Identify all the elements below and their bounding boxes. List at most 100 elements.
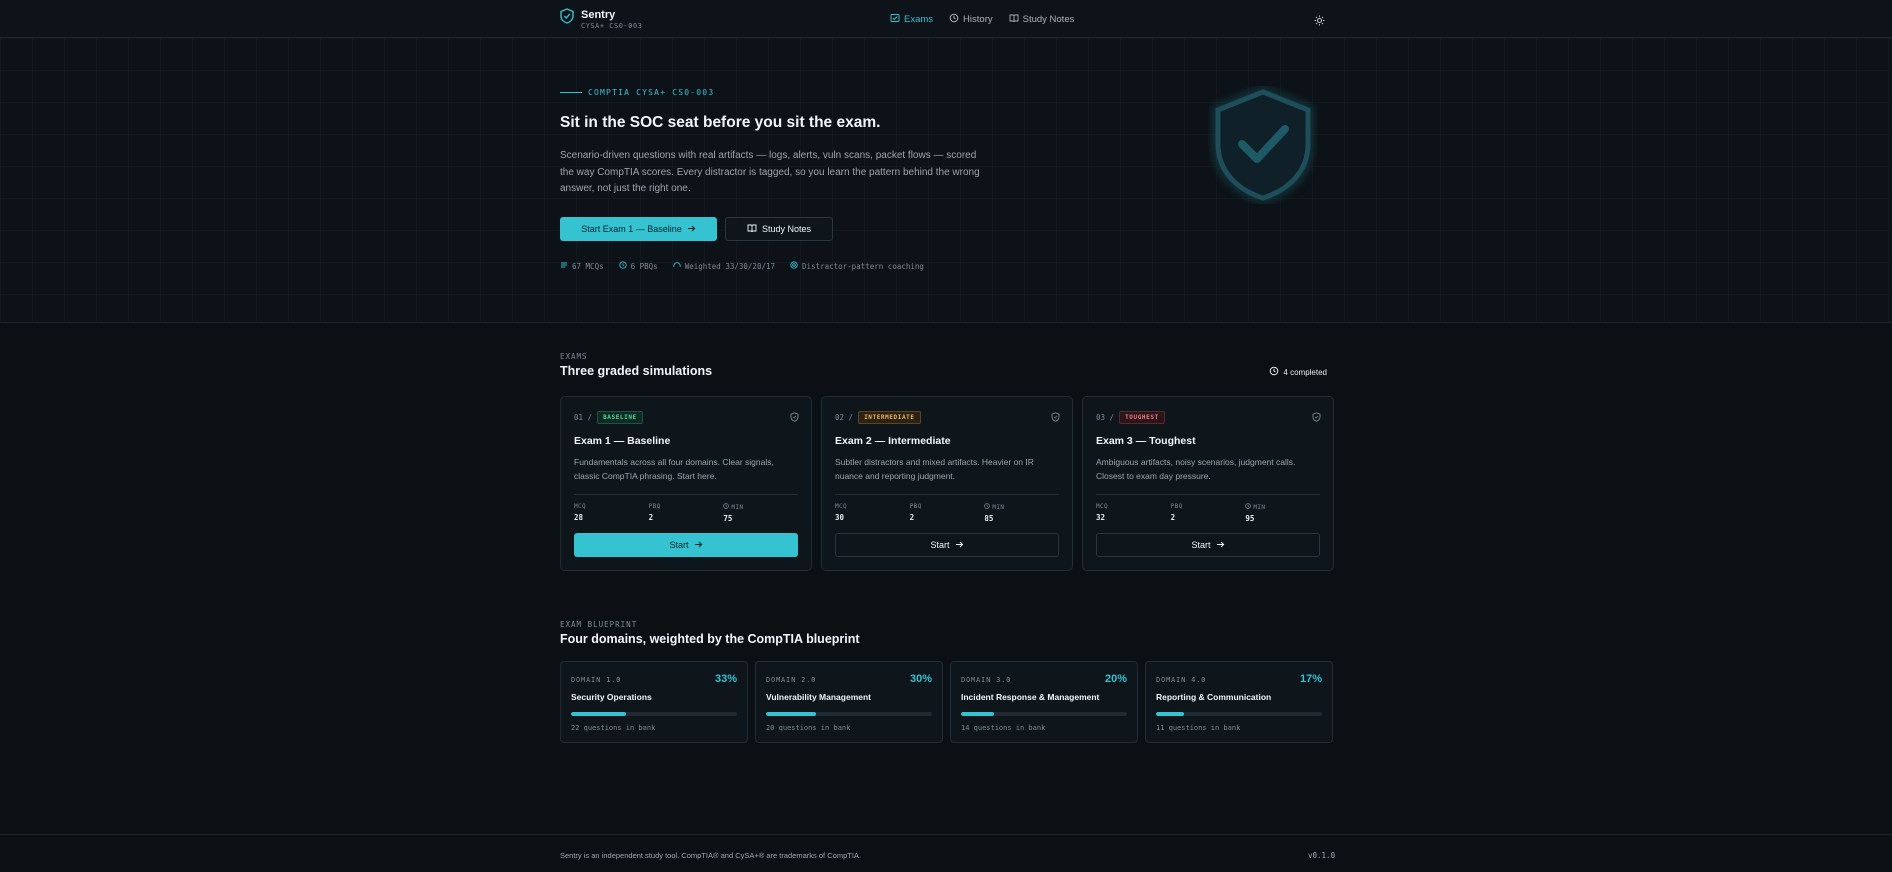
hero-title: Sit in the SOC seat before you sit the e…	[560, 114, 881, 131]
domain-label: DOMAIN 3.0	[961, 676, 1012, 684]
completed-count: 4 completed	[1283, 367, 1327, 377]
pbq-value: 2	[1170, 513, 1176, 522]
history-icon	[949, 13, 959, 26]
footer-note: Sentry is an independent study tool. Com…	[560, 851, 861, 860]
minutes-label: MIN	[1245, 503, 1320, 511]
stat-coaching-label: Distractor-pattern coaching	[802, 261, 924, 271]
nav-exams[interactable]: Exams	[890, 13, 933, 26]
exam-card-2: 02 / INTERMEDIATE Exam 2 — Intermediate …	[821, 396, 1073, 571]
completed-history-link[interactable]: 4 completed	[1269, 366, 1327, 378]
card-number: 01 /	[574, 413, 593, 422]
pbq-label: PBQ	[648, 503, 661, 510]
arrow-right-icon	[1216, 540, 1225, 551]
card-description: Fundamentals across all four domains. Cl…	[574, 457, 774, 481]
domain-progress-bar	[571, 712, 737, 716]
domain-percent: 33%	[714, 673, 737, 685]
minutes-label-text: MIN	[1253, 503, 1266, 511]
hero-eyebrow: COMPTIA CYSA+ CS0-003	[560, 88, 714, 97]
hero-eyebrow-text: COMPTIA CYSA+ CS0-003	[588, 88, 715, 97]
start-exam-2-card-button[interactable]: Start	[835, 533, 1059, 557]
blueprint-eyebrow: EXAM BLUEPRINT	[560, 620, 638, 629]
shield-icon	[790, 409, 799, 427]
exams-title: Three graded simulations	[560, 364, 713, 378]
nav-history-label: History	[963, 14, 993, 25]
domain-progress-bar	[1156, 712, 1322, 716]
domain-label: DOMAIN 4.0	[1156, 676, 1207, 684]
divider	[574, 494, 798, 495]
footer: Sentry is an independent study tool. Com…	[0, 834, 1892, 872]
arrow-right-icon	[687, 224, 696, 235]
hero-shield-icon	[1208, 86, 1318, 204]
exams-section: EXAMS Three graded simulations 4 complet…	[560, 352, 1335, 582]
pbq-stat: PBQ 2	[649, 503, 724, 523]
domain-progress-bar	[766, 712, 932, 716]
pbq-label: PBQ	[909, 503, 922, 510]
exam-card-1: 01 / BASELINE Exam 1 — Baseline Fundamen…	[560, 396, 812, 571]
domain-name: Reporting & Communication	[1156, 692, 1272, 702]
domain-percent: 30%	[909, 673, 932, 685]
start-label: Start	[1191, 540, 1211, 550]
start-exam-1-label: Start Exam 1 — Baseline	[581, 224, 682, 234]
history-icon	[1269, 366, 1279, 378]
card-stats: MCQ 32 PBQ 2 MIN 95	[1096, 503, 1320, 523]
shield-icon	[1312, 409, 1321, 427]
divider	[835, 494, 1059, 495]
card-title: Exam 3 — Toughest	[1096, 435, 1196, 447]
difficulty-badge: TOUGHEST	[1119, 411, 1165, 424]
sun-icon	[1314, 13, 1325, 30]
minutes-label-text: MIN	[731, 503, 744, 511]
stat-pbqs-label: 6 PBQs	[630, 261, 658, 271]
exam-icon	[890, 13, 900, 26]
card-description: Subtler distractors and mixed artifacts.…	[835, 457, 1034, 481]
nav-study-notes[interactable]: Study Notes	[1009, 13, 1074, 26]
domain-question-count: 20 questions in bank	[766, 724, 851, 732]
card-number: 02 /	[835, 413, 854, 422]
nav-history[interactable]: History	[949, 13, 993, 26]
blueprint-title: Four domains, weighted by the CompTIA bl…	[560, 632, 860, 646]
nav-exams-label: Exams	[904, 14, 934, 25]
shield-icon	[1051, 409, 1060, 427]
mcq-stat: MCQ 28	[574, 503, 649, 523]
mcq-value: 32	[1096, 513, 1106, 522]
domain-name: Vulnerability Management	[766, 692, 872, 702]
card-stats: MCQ 30 PBQ 2 MIN 85	[835, 503, 1059, 523]
start-label: Start	[930, 540, 950, 550]
start-exam-3-card-button[interactable]: Start	[1096, 533, 1320, 557]
domain-progress-fill	[766, 712, 816, 716]
domain-label: DOMAIN 1.0	[571, 676, 622, 684]
eyebrow-line	[560, 92, 582, 93]
main-nav: Exams History Study Notes	[890, 13, 1074, 26]
arrow-right-icon	[955, 540, 964, 551]
clock-icon	[1245, 503, 1252, 511]
study-notes-button[interactable]: Study Notes	[725, 217, 833, 241]
domain-percent: 20%	[1104, 673, 1127, 685]
card-header: 03 / TOUGHEST	[1096, 411, 1165, 424]
start-exam-1-button[interactable]: Start Exam 1 — Baseline	[560, 217, 717, 241]
theme-toggle-button[interactable]	[1314, 13, 1325, 31]
domain-question-count: 22 questions in bank	[571, 724, 656, 732]
pbq-stat: PBQ 2	[910, 503, 985, 523]
stat-mcqs: 67 MCQs	[560, 261, 604, 271]
domain-progress-fill	[571, 712, 626, 716]
brand-name: Sentry	[581, 9, 616, 21]
start-exam-1-card-button[interactable]: Start	[574, 533, 798, 557]
domain-percent: 17%	[1299, 673, 1322, 685]
minutes-label: MIN	[723, 503, 798, 511]
study-notes-label: Study Notes	[761, 224, 812, 234]
mcq-stat: MCQ 30	[835, 503, 910, 523]
minutes-value: 85	[984, 514, 994, 523]
exam-card-3: 03 / TOUGHEST Exam 3 — Toughest Ambiguou…	[1082, 396, 1334, 571]
exam-cards: 01 / BASELINE Exam 1 — Baseline Fundamen…	[560, 396, 1334, 571]
pbq-stat: PBQ 2	[1171, 503, 1246, 523]
exams-eyebrow: EXAMS	[560, 352, 588, 361]
clock-icon	[723, 503, 730, 511]
pbq-value: 2	[909, 513, 915, 522]
stat-pbqs: 6 PBQs	[618, 261, 658, 271]
domain-progress-fill	[961, 712, 995, 716]
book-icon	[1009, 13, 1019, 26]
arrow-right-icon	[694, 540, 703, 551]
minutes-value: 75	[723, 514, 733, 523]
hero-stats: 67 MCQs 6 PBQs Weighted 33/30/20/17 Dist…	[560, 261, 924, 271]
card-stats: MCQ 28 PBQ 2 MIN 75	[574, 503, 798, 523]
brand[interactable]: Sentry CYSA+ CS0-003	[560, 8, 642, 31]
